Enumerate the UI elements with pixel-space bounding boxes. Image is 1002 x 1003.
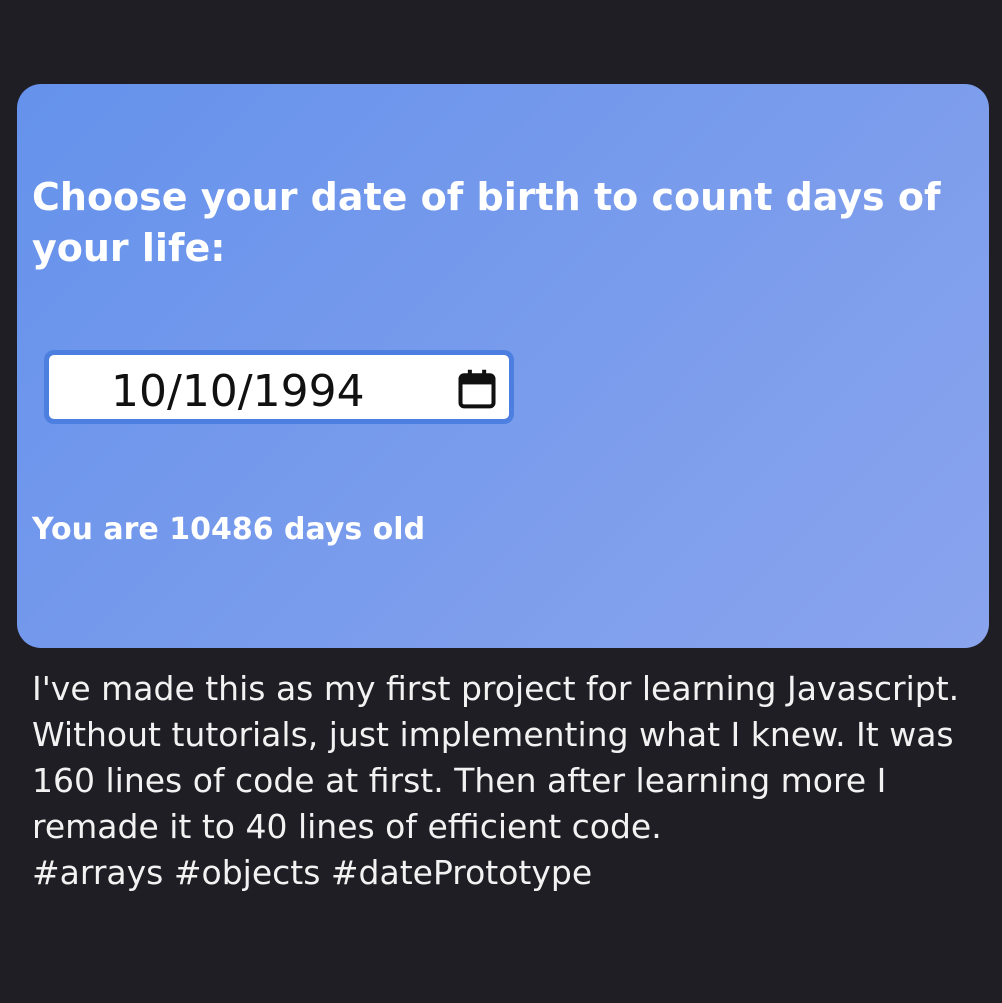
birthday-calculator-card: Choose your date of birth to count days …: [17, 84, 989, 648]
description-tags: #arrays #objects #datePrototype: [32, 853, 593, 892]
date-value[interactable]: 10/10/1994: [111, 365, 365, 419]
date-of-birth-input[interactable]: 10/10/1994: [44, 350, 514, 424]
description-body: I've made this as my first project for l…: [32, 669, 960, 846]
project-description: I've made this as my first project for l…: [32, 666, 972, 896]
card-title: Choose your date of birth to count days …: [32, 175, 941, 270]
calendar-icon[interactable]: [455, 367, 499, 411]
days-old-result: You are 10486 days old: [32, 512, 426, 547]
